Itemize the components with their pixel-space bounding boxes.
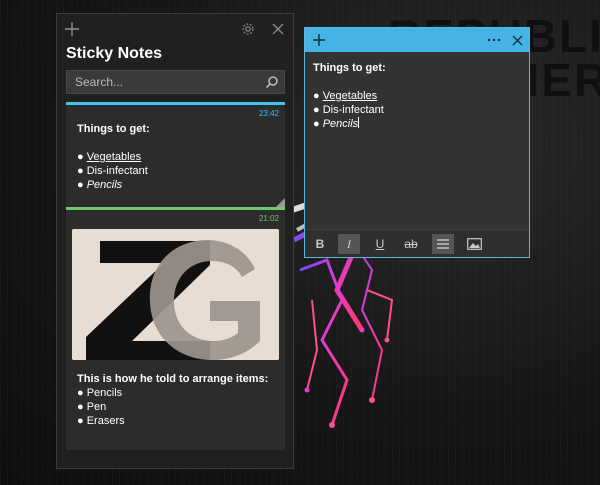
list-item: ● Pencils [77,387,123,399]
sticky-notes-panel: Sticky Notes 23:42 Things to get: ● Vege… [56,13,294,469]
list-item: ● Pencils [313,117,360,130]
list-item-text: Vegetables [86,151,142,163]
list-item-text: Pen [86,401,107,413]
note-blank-line [77,136,150,150]
underline-button[interactable]: U [369,234,391,254]
note-content: This is how he told to arrange items: ● … [77,372,268,428]
list-item-text: Pencils [86,387,123,399]
bullet-list-icon[interactable] [432,234,454,254]
text-caret [358,117,360,128]
list-item: ● Vegetables [77,151,142,163]
note-editor-titlebar[interactable] [305,28,529,52]
close-icon[interactable] [508,30,526,50]
italic-button[interactable]: I [338,234,360,254]
list-item-text: Vegetables [322,90,378,102]
new-note-icon[interactable] [310,30,328,50]
note-heading: This is how he told to arrange items: [77,373,269,385]
note-heading: Things to get: [77,123,150,135]
list-item: ● Vegetables [313,90,378,102]
note-timestamp: 21:02 [258,214,279,223]
note-content: Things to get: ● Vegetables ● Dis-infect… [77,122,150,192]
list-item-text: Erasers [86,415,125,427]
note-heading: Things to get: [313,62,386,74]
strikethrough-button[interactable]: ab [400,234,422,254]
close-icon[interactable] [267,18,289,40]
panel-title: Sticky Notes [66,45,163,62]
note-card[interactable]: 23:42 Things to get: ● Vegetables ● Dis-… [66,102,285,210]
insert-image-icon[interactable] [463,234,485,254]
more-options-icon[interactable] [485,30,503,50]
bold-button[interactable]: B [309,234,331,254]
search-icon[interactable] [265,75,279,89]
panel-titlebar [57,14,293,44]
list-item: ● Erasers [77,415,125,427]
zg-logo-image [72,229,279,360]
note-blank-line [313,75,386,89]
list-item: ● Pencils [77,179,123,191]
settings-gear-icon[interactable] [237,18,259,40]
note-color-bar [66,102,285,105]
note-image[interactable] [72,229,279,360]
search-input[interactable] [67,71,262,93]
note-card[interactable]: 21:02 This is how he told to arrange ite… [66,207,285,450]
note-timestamp: 23:42 [258,109,279,118]
new-note-icon[interactable] [61,18,83,40]
format-toolbar: B I U ab [305,229,529,257]
list-item: ● Pen [77,401,107,413]
list-item-text: Dis-infectant [86,165,148,177]
list-item-text: Dis-infectant [322,104,384,116]
list-item: ● Dis-infectant [313,104,384,116]
note-editor-content[interactable]: Things to get: ● Vegetables ● Dis-infect… [313,61,386,131]
list-item-text: Pencils [86,179,123,191]
list-item: ● Dis-infectant [77,165,148,177]
note-color-bar [66,207,285,210]
search-box [66,70,285,94]
note-editor-window: Things to get: ● Vegetables ● Dis-infect… [304,27,530,258]
list-item-text: Pencils [322,118,359,130]
